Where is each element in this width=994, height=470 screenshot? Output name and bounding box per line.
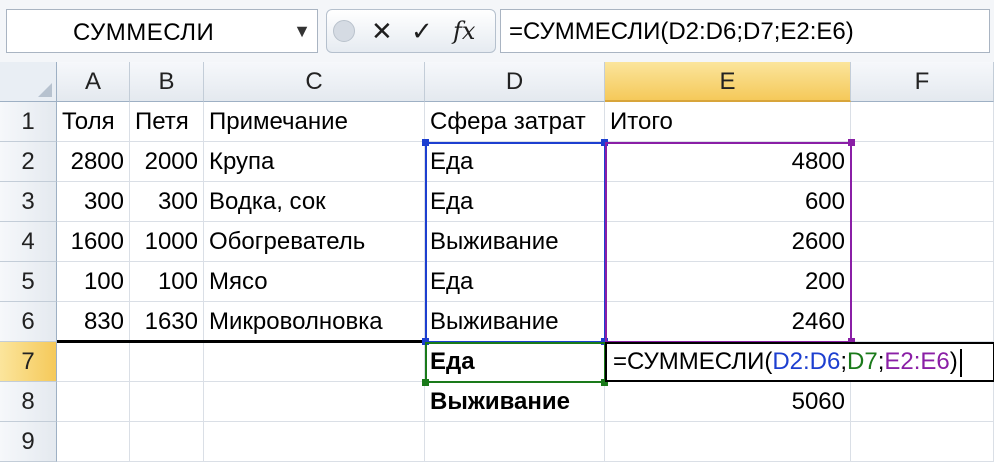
formula-text: =СУММЕСЛИ(D2:D6;D7;E2:E6): [509, 18, 854, 45]
row-header-1[interactable]: 1: [0, 102, 57, 142]
cell-e7-editor[interactable]: =СУММЕСЛИ(D2:D6;D7;E2:E6): [605, 342, 994, 382]
cell-a9[interactable]: [57, 422, 130, 462]
text-caret: [959, 348, 962, 377]
row-header-5[interactable]: 5: [0, 262, 57, 302]
cell-c7[interactable]: [204, 342, 425, 382]
cell-a3[interactable]: 300: [57, 182, 130, 222]
cell-d4[interactable]: Выживание: [425, 222, 605, 262]
cell-d3[interactable]: Еда: [425, 182, 605, 222]
edit-formula-prefix: =СУММЕСЛИ(: [613, 348, 773, 375]
cell-d5[interactable]: Еда: [425, 262, 605, 302]
cell-b7[interactable]: [130, 342, 204, 382]
cell-a4[interactable]: 1600: [57, 222, 130, 262]
name-box-dropdown-icon[interactable]: ▼: [293, 21, 311, 42]
worksheet-grid[interactable]: A B C D E F 1 2 3 4 5 6 7 8 9 Толя Петя …: [0, 62, 994, 470]
cell-a1[interactable]: Толя: [57, 102, 130, 142]
cell-b8[interactable]: [130, 382, 204, 422]
cell-e6[interactable]: 2460: [605, 302, 851, 342]
cell-f3[interactable]: [851, 182, 994, 222]
edit-formula-suffix: ): [949, 348, 958, 375]
row-header-6[interactable]: 6: [0, 302, 57, 342]
column-header-b[interactable]: B: [130, 62, 204, 102]
cell-b3[interactable]: 300: [130, 182, 204, 222]
range-handle[interactable]: [422, 338, 429, 345]
cell-e8[interactable]: 5060: [605, 382, 851, 422]
cell-a8[interactable]: [57, 382, 130, 422]
cell-f5[interactable]: [851, 262, 994, 302]
cell-c4[interactable]: Обогреватель: [204, 222, 425, 262]
formula-input[interactable]: =СУММЕСЛИ(D2:D6;D7;E2:E6): [500, 9, 990, 53]
cell-a6[interactable]: 830: [57, 302, 130, 342]
cell-d9[interactable]: [425, 422, 605, 462]
resize-grip-icon[interactable]: [333, 20, 355, 42]
cell-b6[interactable]: 1630: [130, 302, 204, 342]
range-handle[interactable]: [422, 379, 429, 386]
cell-f9[interactable]: [851, 422, 994, 462]
row6-bottom-border: [57, 340, 425, 343]
cell-e1[interactable]: Итого: [605, 102, 851, 142]
insert-function-icon[interactable]: fx: [453, 16, 475, 46]
cell-e5[interactable]: 200: [605, 262, 851, 302]
edit-formula-range2: E2:E6: [884, 348, 950, 375]
cell-a5[interactable]: 100: [57, 262, 130, 302]
column-header-e[interactable]: E: [605, 62, 851, 102]
cell-c2[interactable]: Крупа: [204, 142, 425, 182]
cell-d8[interactable]: Выживание: [425, 382, 605, 422]
name-box-value: СУММЕСЛИ: [73, 19, 215, 46]
row-header-9[interactable]: 9: [0, 422, 57, 462]
edit-formula-range1: D2:D6: [772, 348, 841, 375]
cell-c5[interactable]: Мясо: [204, 262, 425, 302]
cell-c9[interactable]: [204, 422, 425, 462]
range-handle[interactable]: [601, 139, 608, 146]
name-box[interactable]: СУММЕСЛИ ▼: [6, 9, 318, 53]
cell-d1[interactable]: Сфера затрат: [425, 102, 605, 142]
cell-d6[interactable]: Выживание: [425, 302, 605, 342]
cell-e9[interactable]: [605, 422, 851, 462]
select-all-corner[interactable]: [0, 62, 57, 102]
row-header-3[interactable]: 3: [0, 182, 57, 222]
cell-c3[interactable]: Водка, сок: [204, 182, 425, 222]
cell-b2[interactable]: 2000: [130, 142, 204, 182]
row-header-8[interactable]: 8: [0, 382, 57, 422]
cell-c6[interactable]: Микроволновка: [204, 302, 425, 342]
column-header-a[interactable]: A: [57, 62, 130, 102]
edit-formula-criteria: D7: [847, 348, 878, 375]
cancel-icon[interactable]: ✕: [371, 16, 393, 46]
cell-f2[interactable]: [851, 142, 994, 182]
formula-bar-area: СУММЕСЛИ ▼ ✕ ✓ fx =СУММЕСЛИ(D2:D6;D7;E2:…: [0, 0, 994, 63]
enter-check-icon[interactable]: ✓: [411, 16, 433, 46]
formula-buttons: ✕ ✓ fx: [326, 9, 496, 53]
cell-b4[interactable]: 1000: [130, 222, 204, 262]
cell-b1[interactable]: Петя: [130, 102, 204, 142]
cell-a2[interactable]: 2800: [57, 142, 130, 182]
column-header-c[interactable]: C: [204, 62, 425, 102]
column-header-f[interactable]: F: [851, 62, 994, 102]
cell-d7[interactable]: Еда: [425, 342, 605, 382]
cell-d2[interactable]: Еда: [425, 142, 605, 182]
cell-f1[interactable]: [851, 102, 994, 142]
cell-f8[interactable]: [851, 382, 994, 422]
cell-a7[interactable]: [57, 342, 130, 382]
row-header-2[interactable]: 2: [0, 142, 57, 182]
cell-f4[interactable]: [851, 222, 994, 262]
cell-b5[interactable]: 100: [130, 262, 204, 302]
cell-e3[interactable]: 600: [605, 182, 851, 222]
row-header-7[interactable]: 7: [0, 342, 57, 382]
column-header-d[interactable]: D: [425, 62, 605, 102]
row-header-4[interactable]: 4: [0, 222, 57, 262]
cell-e4[interactable]: 2600: [605, 222, 851, 262]
select-all-icon: [38, 83, 52, 97]
cell-f6[interactable]: [851, 302, 994, 342]
cell-e2[interactable]: 4800: [605, 142, 851, 182]
cell-c8[interactable]: [204, 382, 425, 422]
range-handle[interactable]: [848, 139, 855, 146]
cell-b9[interactable]: [130, 422, 204, 462]
range-handle[interactable]: [422, 139, 429, 146]
cell-c1[interactable]: Примечание: [204, 102, 425, 142]
